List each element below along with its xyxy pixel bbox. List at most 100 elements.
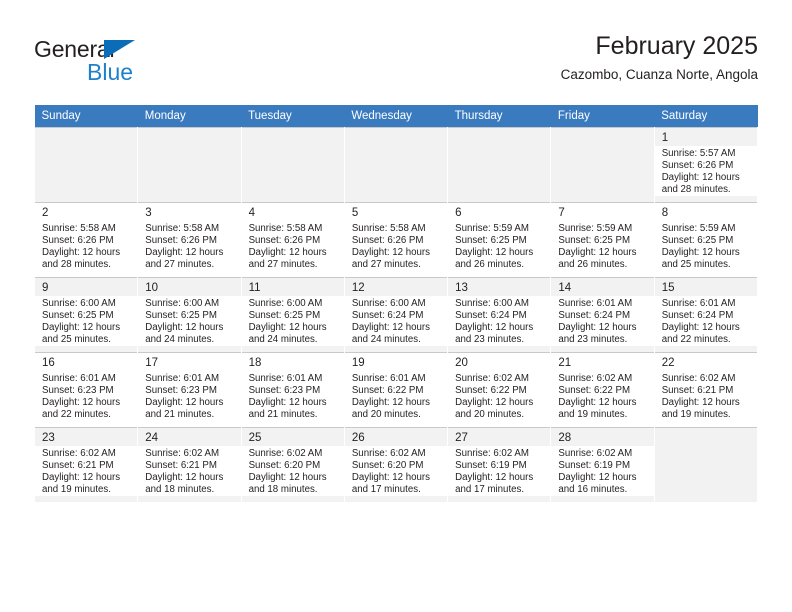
calendar-day-cell[interactable]: 16 Sunrise: 6:01 AM Sunset: 6:23 PM Dayligh… [33, 352, 139, 428]
day-cell-inner: 21 Sunrise: 6:02 AM Sunset: 6:22 PM Dayligh… [551, 353, 653, 427]
day-cell-details: Sunrise: 6:00 AM Sunset: 6:24 PM Daylight:… [344, 296, 448, 347]
sunrise-text: Sunrise: 6:00 AM [145, 298, 220, 309]
day-cell-inner: 1 Sunrise: 5:57 AM Sunset: 6:26 PM Daylight… [654, 128, 757, 202]
daylight-text: Daylight: 12 hours and 24 minutes. [248, 322, 327, 346]
calendar-day-cell[interactable]: 12 Sunrise: 6:00 AM Sunset: 6:24 PM Dayligh… [343, 277, 449, 353]
sunset-text: Sunset: 6:22 PM [455, 385, 527, 397]
calendar-day-cell[interactable]: 5 Sunrise: 5:58 AM Sunset: 6:26 PM Daylight… [343, 202, 449, 278]
location-subtitle: Cazombo, Cuanza Norte, Angola [560, 67, 758, 82]
sunset-text: Sunset: 6:21 PM [145, 460, 217, 472]
sunset-text: Sunset: 6:26 PM [661, 160, 734, 172]
sunset-text: Sunset: 6:26 PM [248, 235, 321, 247]
daylight-text: Daylight: 12 hours and 20 minutes. [351, 397, 430, 421]
calendar-day-cell[interactable]: 26 Sunrise: 6:02 AM Sunset: 6:20 PM Dayligh… [343, 427, 449, 502]
calendar-day-cell[interactable]: 17 Sunrise: 6:01 AM Sunset: 6:23 PM Dayligh… [137, 352, 242, 428]
page-title: February 2025 [595, 32, 758, 60]
weekday-header-saturday: Saturday [654, 105, 758, 128]
day-cell-inner: 18 Sunrise: 6:01 AM Sunset: 6:23 PM Dayligh… [242, 353, 344, 427]
daylight-text: Daylight: 12 hours and 19 minutes. [558, 397, 637, 421]
sunrise-text: Sunrise: 6:01 AM [42, 373, 116, 384]
calendar-day-cell[interactable]: 19 Sunrise: 6:01 AM Sunset: 6:22 PM Dayligh… [343, 352, 449, 428]
sunrise-text: Sunrise: 6:02 AM [455, 448, 529, 459]
day-cell-details: Sunrise: 6:02 AM Sunset: 6:22 PM Daylight:… [448, 371, 550, 421]
day-number [655, 428, 757, 446]
calendar-day-cell[interactable]: 27 Sunrise: 6:02 AM Sunset: 6:19 PM Dayligh… [447, 427, 552, 502]
calendar-day-cell[interactable]: 7 Sunrise: 5:59 AM Sunset: 6:25 PM Daylight… [550, 202, 655, 278]
day-number: 5 [351, 207, 359, 219]
calendar-day-cell[interactable]: 8 Sunrise: 5:59 AM Sunset: 6:25 PM Daylight… [653, 202, 759, 278]
title-block: February 2025 Cazombo, Cuanza Norte, Ang… [561, 30, 758, 85]
day-number [448, 128, 550, 146]
day-cell-inner: 13 Sunrise: 6:00 AM Sunset: 6:24 PM Dayligh… [448, 278, 551, 352]
calendar-day-cell[interactable]: 9 Sunrise: 6:00 AM Sunset: 6:25 PM Daylight… [33, 277, 139, 353]
day-number: 21 [558, 357, 572, 369]
day-number: 15 [661, 282, 675, 294]
calendar-day-cell[interactable]: 28 Sunrise: 6:02 AM Sunset: 6:19 PM Dayligh… [550, 427, 655, 502]
sunset-text: Sunset: 6:25 PM [145, 310, 217, 322]
daylight-text: Daylight: 12 hours and 19 minutes. [661, 397, 740, 421]
daylight-text: Daylight: 12 hours and 19 minutes. [42, 472, 121, 496]
calendar-day-cell[interactable]: 20 Sunrise: 6:02 AM Sunset: 6:22 PM Dayligh… [447, 352, 552, 428]
calendar-week-row: 23 Sunrise: 6:02 AM Sunset: 6:21 PM Dayligh… [33, 427, 759, 502]
daylight-text: Daylight: 12 hours and 17 minutes. [351, 472, 430, 496]
calendar-day-cell[interactable]: 23 Sunrise: 6:02 AM Sunset: 6:21 PM Dayligh… [33, 427, 139, 502]
calendar-day-cell[interactable]: 2 Sunrise: 5:58 AM Sunset: 6:26 PM Daylight… [33, 202, 139, 278]
day-number: 18 [248, 357, 262, 369]
calendar-day-cell[interactable]: 14 Sunrise: 6:01 AM Sunset: 6:24 PM Dayligh… [550, 277, 655, 353]
sunset-text: Sunset: 6:21 PM [42, 460, 114, 472]
logo-text-blue: Blue [87, 59, 134, 85]
calendar-day-cell[interactable]: 3 Sunrise: 5:58 AM Sunset: 6:26 PM Daylight… [137, 202, 242, 278]
calendar-day-cell[interactable]: 11 Sunrise: 6:00 AM Sunset: 6:25 PM Dayligh… [240, 277, 345, 353]
calendar-day-cell[interactable]: 10 Sunrise: 6:00 AM Sunset: 6:25 PM Dayligh… [137, 277, 242, 353]
day-cell-inner: 5 Sunrise: 5:58 AM Sunset: 6:26 PM Daylight… [345, 203, 447, 277]
daylight-text: Daylight: 12 hours and 28 minutes. [661, 172, 740, 196]
sunset-text: Sunset: 6:24 PM [455, 310, 527, 322]
calendar-day-cell-empty [550, 127, 655, 203]
day-cell-details: Sunrise: 5:59 AM Sunset: 6:25 PM Daylight:… [448, 221, 550, 271]
day-number [345, 128, 447, 146]
sunrise-text: Sunrise: 5:57 AM [661, 148, 736, 159]
sunset-text: Sunset: 6:22 PM [558, 385, 631, 397]
calendar-day-cell[interactable]: 24 Sunrise: 6:02 AM Sunset: 6:21 PM Dayligh… [137, 427, 242, 502]
calendar-day-cell[interactable]: 15 Sunrise: 6:01 AM Sunset: 6:24 PM Dayligh… [653, 277, 759, 353]
sunset-text: Sunset: 6:25 PM [661, 235, 734, 247]
daylight-text: Daylight: 12 hours and 27 minutes. [351, 247, 430, 271]
calendar-day-cell[interactable]: 18 Sunrise: 6:01 AM Sunset: 6:23 PM Dayligh… [240, 352, 345, 428]
day-cell-details: Sunrise: 6:00 AM Sunset: 6:25 PM Daylight:… [138, 296, 241, 347]
calendar-day-cell[interactable]: 4 Sunrise: 5:58 AM Sunset: 6:26 PM Daylight… [240, 202, 345, 278]
calendar-week-row: 1 Sunrise: 5:57 AM Sunset: 6:26 PM Daylight… [33, 127, 759, 203]
day-number: 26 [351, 432, 365, 444]
calendar-day-cell[interactable]: 21 Sunrise: 6:02 AM Sunset: 6:22 PM Dayligh… [550, 352, 655, 428]
day-number: 17 [145, 357, 159, 369]
day-cell-details: Sunrise: 5:58 AM Sunset: 6:26 PM Daylight:… [35, 221, 137, 271]
day-number: 2 [42, 207, 49, 219]
calendar-day-cell[interactable]: 6 Sunrise: 5:59 AM Sunset: 6:25 PM Daylight… [447, 202, 552, 278]
day-cell-inner: 26 Sunrise: 6:02 AM Sunset: 6:20 PM Dayligh… [344, 428, 448, 502]
daylight-text: Daylight: 12 hours and 23 minutes. [455, 322, 534, 346]
calendar-day-cell-empty [343, 127, 449, 203]
day-cell-details: Sunrise: 6:00 AM Sunset: 6:25 PM Daylight:… [241, 296, 344, 347]
calendar-day-cell[interactable]: 22 Sunrise: 6:02 AM Sunset: 6:21 PM Dayligh… [653, 352, 759, 428]
sunrise-text: Sunrise: 5:59 AM [558, 223, 633, 234]
day-cell-details: Sunrise: 6:01 AM Sunset: 6:24 PM Daylight:… [654, 296, 757, 347]
sunrise-text: Sunrise: 6:00 AM [351, 298, 426, 309]
day-number: 25 [248, 432, 262, 444]
day-cell-details: Sunrise: 6:02 AM Sunset: 6:19 PM Daylight:… [448, 446, 551, 497]
calendar-day-cell[interactable]: 13 Sunrise: 6:00 AM Sunset: 6:24 PM Dayligh… [447, 277, 552, 353]
day-number: 27 [455, 432, 468, 444]
sunrise-text: Sunrise: 6:02 AM [42, 448, 116, 459]
page-header: General Blue February 2025 Cazombo, Cuan… [34, 30, 758, 98]
day-cell-inner: 7 Sunrise: 5:59 AM Sunset: 6:25 PM Daylight… [551, 203, 653, 277]
calendar-week-row: 9 Sunrise: 6:00 AM Sunset: 6:25 PM Daylight… [33, 277, 759, 353]
sunrise-text: Sunrise: 6:00 AM [42, 298, 116, 309]
calendar-week-row: 2 Sunrise: 5:58 AM Sunset: 6:26 PM Daylight… [33, 202, 759, 278]
sunrise-text: Sunrise: 6:02 AM [558, 448, 633, 459]
day-cell-inner: 25 Sunrise: 6:02 AM Sunset: 6:20 PM Dayligh… [241, 428, 344, 502]
day-number: 8 [661, 207, 669, 219]
calendar-day-cell[interactable]: 25 Sunrise: 6:02 AM Sunset: 6:20 PM Dayligh… [240, 427, 345, 502]
day-number [551, 128, 653, 146]
day-cell-details: Sunrise: 6:02 AM Sunset: 6:22 PM Daylight:… [551, 371, 653, 421]
weekday-header-sunday: Sunday [34, 105, 138, 128]
day-number: 12 [351, 282, 365, 294]
calendar-day-cell[interactable]: 1 Sunrise: 5:57 AM Sunset: 6:26 PM Daylight… [653, 127, 759, 203]
